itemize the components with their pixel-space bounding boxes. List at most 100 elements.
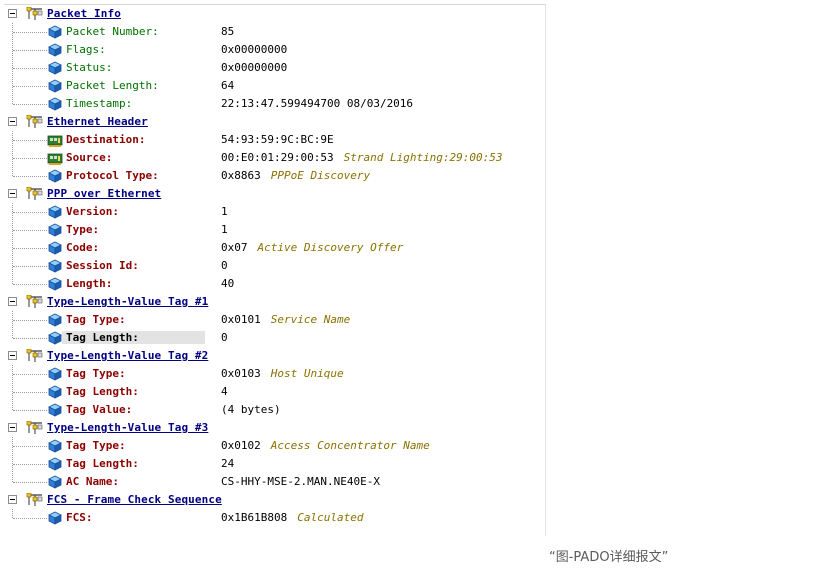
- field-row[interactable]: Protocol Type: 0x8863 PPPoE Discovery: [4, 167, 545, 185]
- protocol-header-icon: [26, 186, 44, 201]
- cube-icon: [47, 258, 63, 274]
- tree-connector: [13, 104, 47, 105]
- tree-section-header[interactable]: Type-Length-Value Tag #3: [4, 419, 545, 437]
- field-value-cell: 0x0101 Service Name: [221, 313, 350, 326]
- collapse-toggle-icon[interactable]: [8, 9, 17, 18]
- tree-connector: [13, 140, 47, 141]
- packet-decode-tree[interactable]: Packet Info Packet Number: 85 Flags: 0x00000…: [4, 4, 546, 536]
- tree-connector: [13, 86, 47, 87]
- field-value: 0x0102: [221, 439, 261, 452]
- field-value-cell: CS-HHY-MSE-2.MAN.NE40E-X: [221, 475, 380, 488]
- tree-section: Type-Length-Value Tag #1 Tag Type: 0x0101 S…: [4, 293, 545, 347]
- field-row[interactable]: Version: 1: [4, 203, 545, 221]
- field-row[interactable]: Status: 0x00000000: [4, 59, 545, 77]
- field-row[interactable]: Tag Length: 4: [4, 383, 545, 401]
- tree-connector: [13, 410, 47, 411]
- field-name: Version:: [66, 205, 119, 218]
- field-name: Timestamp:: [66, 97, 133, 110]
- field-name: Session Id:: [66, 259, 139, 272]
- field-description: Calculated: [297, 511, 364, 524]
- cube-icon: [47, 366, 63, 382]
- section-title[interactable]: Type-Length-Value Tag #3: [47, 421, 208, 434]
- tree-connector: [13, 518, 47, 519]
- section-title[interactable]: Type-Length-Value Tag #1: [47, 295, 208, 308]
- collapse-toggle-icon[interactable]: [8, 297, 17, 306]
- field-row[interactable]: Tag Value: (4 bytes): [4, 401, 545, 419]
- field-row[interactable]: Destination: 54:93:59:9C:BC:9E: [4, 131, 545, 149]
- tree-connector: [13, 50, 47, 51]
- collapse-toggle-icon[interactable]: [8, 495, 17, 504]
- field-row[interactable]: Tag Length: 24: [4, 455, 545, 473]
- protocol-header-icon: [26, 294, 44, 309]
- protocol-header-icon: [26, 348, 44, 363]
- field-value-cell: 0: [221, 259, 228, 272]
- field-value-cell: 40: [221, 277, 234, 290]
- section-title[interactable]: FCS - Frame Check Sequence: [47, 493, 222, 506]
- field-name: Tag Type:: [66, 439, 126, 452]
- tree-section: Type-Length-Value Tag #2 Tag Type: 0x0103 H…: [4, 347, 545, 419]
- field-row[interactable]: Packet Length: 64: [4, 77, 545, 95]
- section-title[interactable]: Type-Length-Value Tag #2: [47, 349, 208, 362]
- collapse-toggle-icon[interactable]: [8, 423, 17, 432]
- protocol-header-icon: [26, 492, 44, 507]
- field-value-cell: 00:E0:01:29:00:53 Strand Lighting:29:00:5…: [221, 151, 503, 164]
- section-title[interactable]: PPP over Ethernet: [47, 187, 161, 200]
- field-value: 4: [221, 385, 228, 398]
- field-row[interactable]: Code: 0x07 Active Discovery Offer: [4, 239, 545, 257]
- field-row[interactable]: FCS: 0x1B61B808 Calculated: [4, 509, 545, 527]
- field-value-cell: 64: [221, 79, 234, 92]
- field-value: 0x8863: [221, 169, 261, 182]
- tree-section-header[interactable]: PPP over Ethernet: [4, 185, 545, 203]
- field-row[interactable]: AC Name: CS-HHY-MSE-2.MAN.NE40E-X: [4, 473, 545, 491]
- field-name: Source:: [66, 151, 113, 164]
- field-value-cell: 4: [221, 385, 228, 398]
- field-row[interactable]: Length: 40: [4, 275, 545, 293]
- field-value-cell: 24: [221, 457, 234, 470]
- section-title[interactable]: Ethernet Header: [47, 115, 148, 128]
- tree-connector: [13, 446, 47, 447]
- field-row[interactable]: Type: 1: [4, 221, 545, 239]
- field-value: 0x00000000: [221, 61, 288, 74]
- tree-connector: [13, 392, 47, 393]
- collapse-toggle-icon[interactable]: [8, 189, 17, 198]
- field-row[interactable]: Timestamp: 22:13:47.599494700 08/03/2016: [4, 95, 545, 113]
- field-row[interactable]: Tag Type: 0x0103 Host Unique: [4, 365, 545, 383]
- field-name: AC Name:: [66, 475, 119, 488]
- field-row[interactable]: Tag Type: 0x0101 Service Name: [4, 311, 545, 329]
- cube-icon: [47, 330, 63, 346]
- figure-caption: “图-PADO详细报文”: [549, 550, 669, 565]
- field-value: CS-HHY-MSE-2.MAN.NE40E-X: [221, 475, 380, 488]
- field-value-cell: (4 bytes): [221, 403, 281, 416]
- tree-section-header[interactable]: Packet Info: [4, 5, 545, 23]
- field-value-cell: 0x00000000: [221, 61, 287, 74]
- collapse-toggle-icon[interactable]: [8, 351, 17, 360]
- field-row[interactable]: Packet Number: 85: [4, 23, 545, 41]
- section-title[interactable]: Packet Info: [47, 7, 121, 20]
- field-row[interactable]: Session Id: 0: [4, 257, 545, 275]
- field-value-cell: 0x00000000: [221, 43, 287, 56]
- tree-section-header[interactable]: Type-Length-Value Tag #1: [4, 293, 545, 311]
- cube-icon: [47, 456, 63, 472]
- field-name: Packet Length:: [66, 79, 159, 92]
- tree-section-header[interactable]: FCS - Frame Check Sequence: [4, 491, 545, 509]
- tree-connector: [13, 464, 47, 465]
- field-row[interactable]: Tag Type: 0x0102 Access Concentrator Name: [4, 437, 545, 455]
- collapse-toggle-icon[interactable]: [8, 117, 17, 126]
- field-name: Status:: [66, 61, 113, 74]
- tree-section-header[interactable]: Type-Length-Value Tag #2: [4, 347, 545, 365]
- field-row[interactable]: Tag Length: 0: [4, 329, 545, 347]
- field-name: Tag Type:: [66, 367, 126, 380]
- tree-section-header[interactable]: Ethernet Header: [4, 113, 545, 131]
- field-name: Tag Type:: [66, 313, 126, 326]
- field-row[interactable]: Flags: 0x00000000: [4, 41, 545, 59]
- tree-connector: [13, 320, 47, 321]
- field-row[interactable]: Source: 00:E0:01:29:00:53 Strand Lighting:…: [4, 149, 545, 167]
- cube-icon: [47, 42, 63, 58]
- field-value: 24: [221, 457, 235, 470]
- field-value: 0x0103: [221, 367, 261, 380]
- cube-icon: [47, 96, 63, 112]
- field-description: Strand Lighting:29:00:53: [343, 151, 503, 164]
- cube-icon: [47, 474, 63, 490]
- field-name: Protocol Type:: [66, 169, 159, 182]
- cube-icon: [47, 204, 63, 220]
